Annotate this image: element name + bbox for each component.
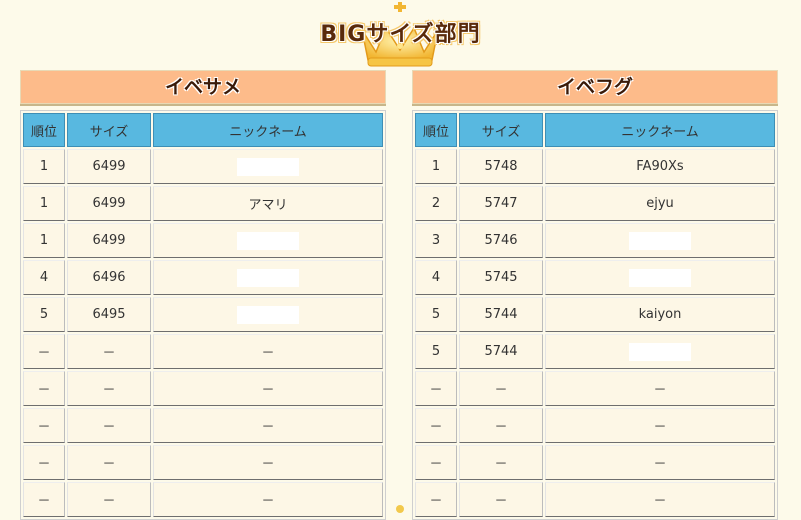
table-row: －－－ [23,408,383,443]
nickname-cell: － [153,408,383,443]
rank-cell: 1 [415,149,457,184]
rank-cell: － [23,371,65,406]
redacted-nickname [629,231,691,250]
nickname-cell: FA90Xs [545,149,775,184]
size-cell: － [459,408,543,443]
rank-cell: 1 [23,186,65,221]
size-cell: － [67,445,151,480]
nickname-cell [545,260,775,295]
size-cell: － [67,334,151,369]
table-header-row: 順位 サイズ ニックネーム [415,113,775,147]
table-row: 1 6499 [23,223,383,258]
size-cell: － [459,445,543,480]
size-cell: 5748 [459,149,543,184]
size-cell: － [67,371,151,406]
ranking-panel-left: イベサメ 順位 サイズ ニックネーム 1 6499 1 6499 アマリ 1 6499 4 64… [20,70,386,520]
rank-cell: 2 [415,186,457,221]
nickname-cell: アマリ [153,186,383,221]
nickname-cell [153,223,383,258]
panel-title-left: イベサメ [20,70,386,104]
nickname-cell: － [153,371,383,406]
size-cell: 5744 [459,334,543,369]
table-row: 4 6496 [23,260,383,295]
table-row: －－－ [415,445,775,480]
size-cell: － [67,408,151,443]
size-cell: － [459,371,543,406]
redacted-nickname [629,268,691,287]
rank-cell: 4 [415,260,457,295]
nickname-cell: － [545,445,775,480]
size-header: サイズ [459,113,543,147]
table-row: －－－ [23,371,383,406]
table-row: 1 5748 FA90Xs [415,149,775,184]
size-cell: 6499 [67,149,151,184]
rank-cell: － [23,408,65,443]
rank-cell: － [23,334,65,369]
ranking-panel-right: イベフグ 順位 サイズ ニックネーム 1 5748 FA90Xs 2 5747 ejyu 3… [412,70,778,520]
rank-cell: 3 [415,223,457,258]
size-cell: 5744 [459,297,543,332]
rank-cell: － [415,445,457,480]
nickname-cell [153,297,383,332]
nickname-header: ニックネーム [545,113,775,147]
redacted-nickname [237,157,299,176]
nickname-cell [545,334,775,369]
nickname-cell: － [545,371,775,406]
nickname-cell: － [545,408,775,443]
ranking-table-right: 順位 サイズ ニックネーム 1 5748 FA90Xs 2 5747 ejyu 3 5746 4… [412,110,778,520]
nickname-cell: kaiyon [545,297,775,332]
table-row: 5 5744 [415,334,775,369]
redacted-nickname [237,305,299,324]
redacted-nickname [237,268,299,287]
table-header-row: 順位 サイズ ニックネーム [23,113,383,147]
rank-cell: － [415,371,457,406]
table-row: 5 6495 [23,297,383,332]
nickname-cell: － [153,334,383,369]
rank-cell: 5 [415,334,457,369]
size-header: サイズ [67,113,151,147]
table-row: 1 6499 [23,149,383,184]
size-cell: 5747 [459,186,543,221]
nickname-cell [153,260,383,295]
nickname-cell: ejyu [545,186,775,221]
size-cell: 5745 [459,260,543,295]
size-cell: 5746 [459,223,543,258]
table-row: 5 5744 kaiyon [415,297,775,332]
rank-cell: 5 [23,297,65,332]
size-cell: 6499 [67,186,151,221]
table-row: －－－ [23,334,383,369]
size-cell: 6495 [67,297,151,332]
page-header: BIGサイズ部門 [0,0,801,72]
table-row: －－－ [415,408,775,443]
page-title: BIGサイズ部門 [320,22,481,47]
rank-cell: 1 [23,223,65,258]
rank-cell: 4 [23,260,65,295]
redacted-nickname [629,342,691,361]
size-cell: 6496 [67,260,151,295]
table-row: 2 5747 ejyu [415,186,775,221]
nickname-cell [153,149,383,184]
table-row: 1 6499 アマリ [23,186,383,221]
rank-cell: － [23,445,65,480]
rank-cell: － [415,408,457,443]
table-row: 4 5745 [415,260,775,295]
size-cell: 6499 [67,223,151,258]
table-row: －－－ [23,445,383,480]
rank-header: 順位 [23,113,65,147]
rank-cell: 1 [23,149,65,184]
nickname-header: ニックネーム [153,113,383,147]
table-row: 3 5746 [415,223,775,258]
nickname-cell [545,223,775,258]
panel-title-right: イベフグ [412,70,778,104]
nickname-cell: － [153,445,383,480]
rank-header: 順位 [415,113,457,147]
ranking-table-left: 順位 サイズ ニックネーム 1 6499 1 6499 アマリ 1 6499 4 6496 5 64… [20,110,386,520]
table-row: －－－ [415,371,775,406]
rank-cell: 5 [415,297,457,332]
redacted-nickname [237,231,299,250]
